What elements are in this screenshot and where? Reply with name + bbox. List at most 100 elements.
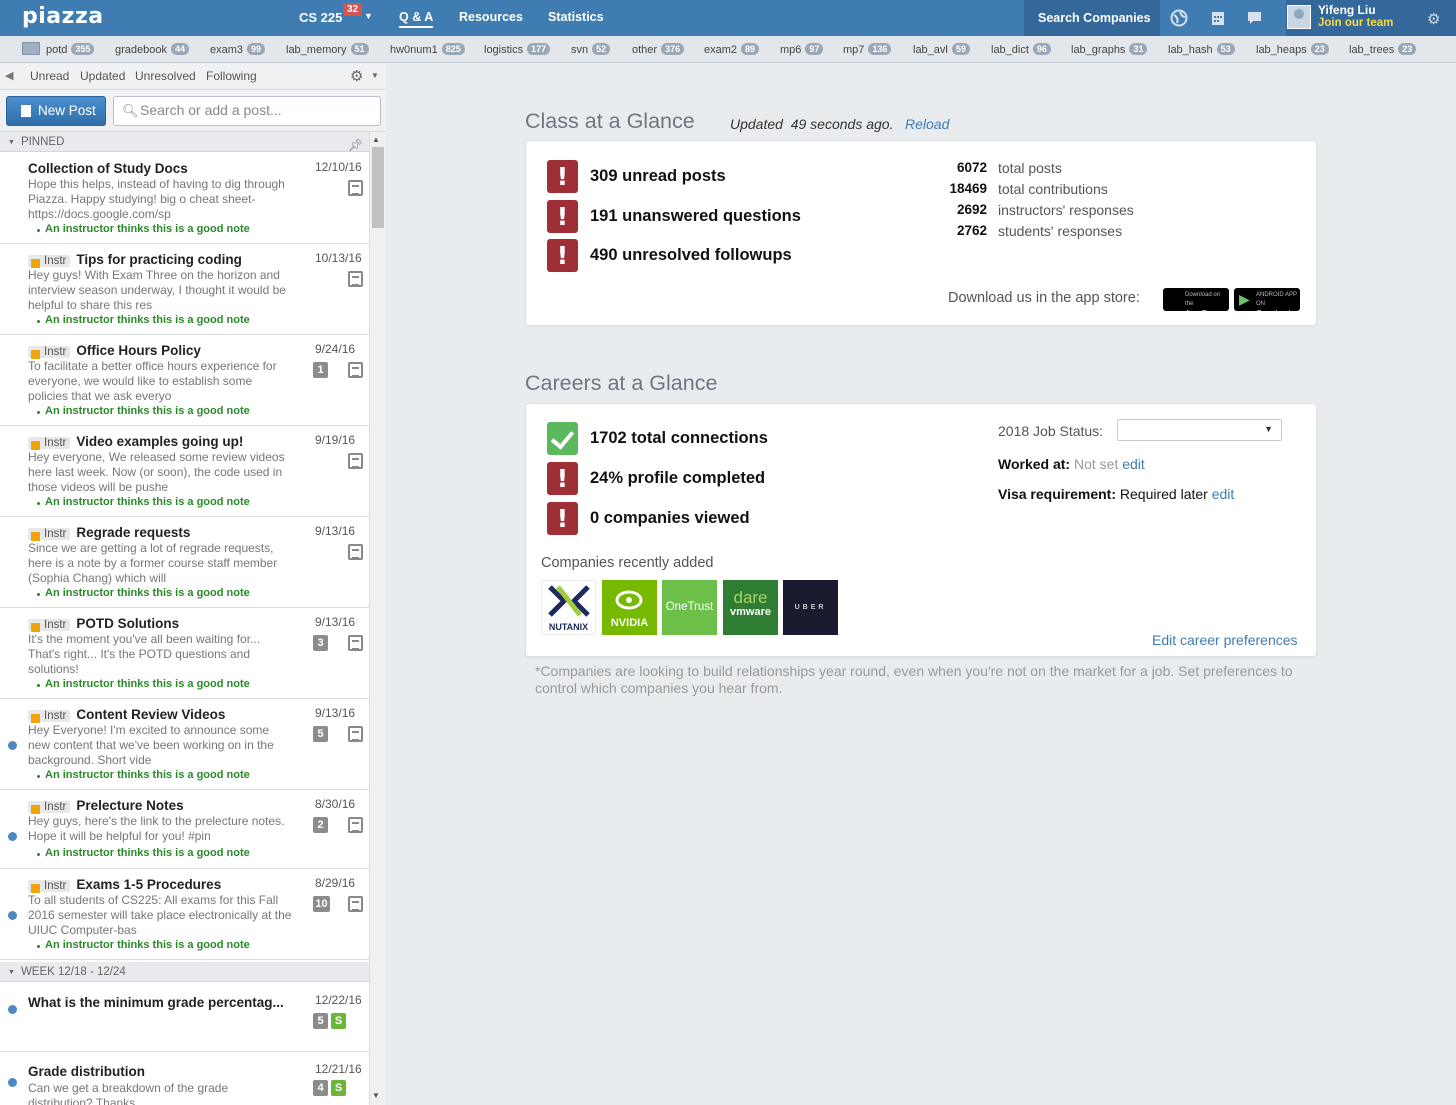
post-item[interactable]: Instr Content Review Videos 9/13/16 Hey Eve…: [0, 699, 369, 790]
note-icon: [348, 817, 363, 833]
good-note-label: An instructor thinks this is a good note: [37, 405, 250, 417]
edit-worked-at-link[interactable]: edit: [1122, 456, 1145, 472]
nav-qa[interactable]: Q & A: [399, 10, 434, 28]
post-excerpt: Hey guys! With Exam Three on the horizon…: [28, 268, 286, 312]
folder-count-badge: 51: [350, 43, 369, 55]
join-team-link[interactable]: Join our team: [1318, 17, 1393, 29]
folder-count-badge: 96: [1032, 43, 1051, 55]
filter-unresolved[interactable]: Unresolved: [135, 69, 196, 83]
google-play-button[interactable]: ▶ ANDROID APP ON Google play: [1234, 288, 1300, 318]
globe-icon[interactable]: [1170, 9, 1188, 27]
avatar[interactable]: [1287, 5, 1311, 29]
user-name[interactable]: Yifeng Liu: [1318, 3, 1376, 17]
post-item[interactable]: Instr POTD Solutions 9/13/16 It's the momen…: [0, 608, 369, 699]
visa-label: Visa requirement:: [998, 486, 1117, 502]
scroll-thumb[interactable]: [372, 147, 384, 228]
gear-icon[interactable]: ⚙: [350, 67, 363, 85]
post-item[interactable]: Grade distribution 12/21/16 Can we get a b…: [0, 1052, 369, 1105]
filter-following[interactable]: Following: [206, 69, 257, 83]
folder-tag[interactable]: lab_heaps 23: [1256, 43, 1329, 56]
gear-icon[interactable]: ⚙: [1427, 10, 1440, 28]
search-input[interactable]: [140, 102, 376, 118]
group-pinned[interactable]: ▼ PINNED 📌︎: [0, 132, 369, 152]
chevron-down-icon[interactable]: ▼: [371, 71, 379, 80]
post-item[interactable]: Instr Prelecture Notes 8/30/16 Hey guys, he…: [0, 790, 369, 869]
piazza-logo[interactable]: piazza: [22, 4, 104, 29]
folder-tag[interactable]: logistics 177: [484, 43, 551, 56]
filter-unread[interactable]: Unread: [30, 69, 69, 83]
updated-text: Updated 49 seconds ago.: [730, 116, 893, 132]
folder-tag[interactable]: potd 355: [46, 43, 95, 56]
unanswered-questions[interactable]: 191 unanswered questions: [590, 207, 801, 226]
folder-tag[interactable]: lab_hash 53: [1168, 43, 1235, 56]
scroll-down-arrow-icon[interactable]: ▼: [372, 1091, 380, 1100]
folder-tag[interactable]: other 376: [632, 43, 685, 56]
search-box[interactable]: 🔍︎: [113, 96, 381, 126]
filter-updated[interactable]: Updated: [80, 69, 125, 83]
folder-count-badge: 177: [527, 43, 551, 55]
folder-tag[interactable]: lab_graphs 31: [1071, 43, 1148, 56]
post-item[interactable]: Collection of Study Docs 12/10/16 Hope thi…: [0, 153, 369, 244]
chat-icon[interactable]: [1246, 9, 1264, 27]
unread-posts[interactable]: 309 unread posts: [590, 167, 726, 186]
reload-link[interactable]: Reload: [905, 116, 949, 132]
folder-tag[interactable]: mp6 97: [780, 43, 824, 56]
post-list: ▼ PINNED 📌︎ Collection of Study Docs 12/10…: [0, 132, 369, 1105]
post-item[interactable]: What is the minimum grade percentag... 12…: [0, 983, 369, 1052]
folder-count-badge: 825: [441, 43, 465, 55]
post-item[interactable]: Instr Regrade requests 9/13/16 Since we are…: [0, 517, 369, 608]
note-icon: [348, 362, 363, 378]
edit-career-preferences-link[interactable]: Edit career preferences: [1152, 632, 1298, 648]
folder-tag[interactable]: mp7 136: [843, 43, 892, 56]
folder-name: lab_graphs: [1071, 44, 1126, 56]
nav-resources[interactable]: Resources: [459, 10, 523, 24]
folder-count-badge: 31: [1129, 43, 1148, 55]
folder-tag[interactable]: lab_dict 96: [991, 43, 1051, 56]
folder-tag[interactable]: lab_avl 59: [913, 43, 970, 56]
post-title: Instr Content Review Videos: [28, 707, 225, 723]
post-title-text: POTD Solutions: [76, 616, 180, 631]
post-item[interactable]: Instr Video examples going up! 9/19/16 Hey …: [0, 426, 369, 517]
folder-tag[interactable]: lab_trees 23: [1349, 43, 1417, 56]
company-logo-uber[interactable]: UBER: [783, 580, 838, 635]
search-companies-button[interactable]: Search Companies: [1024, 0, 1160, 36]
post-excerpt: Hey everyone, We released some review vi…: [28, 450, 285, 494]
company-logo-nvidia[interactable]: NVIDIA: [602, 580, 657, 635]
document-icon: [21, 105, 31, 117]
note-icon: [348, 271, 363, 287]
group-week[interactable]: ▼ WEEK 12/18 - 12/24: [0, 962, 369, 982]
nav-statistics[interactable]: Statistics: [548, 10, 604, 24]
post-item[interactable]: Instr Exams 1-5 Procedures 8/29/16 To all s…: [0, 869, 369, 960]
post-date: 9/13/16: [315, 524, 356, 538]
chevron-down-icon[interactable]: ▼: [364, 11, 373, 21]
collapse-arrow-icon[interactable]: ◀: [5, 69, 13, 82]
folder-tag[interactable]: exam2 89: [704, 43, 760, 56]
company-logo-nutanix[interactable]: NUTANIX: [541, 580, 596, 635]
scroll-up-arrow-icon[interactable]: ▲: [372, 135, 380, 144]
calendar-icon[interactable]: [1209, 9, 1227, 27]
folder-tag[interactable]: gradebook 44: [115, 43, 190, 56]
post-title-text: Prelecture Notes: [76, 798, 184, 813]
post-item[interactable]: Instr Office Hours Policy 9/24/16 To facili…: [0, 335, 369, 426]
folder-tag[interactable]: exam3 99: [210, 43, 266, 56]
scrollbar[interactable]: [369, 132, 386, 1105]
edit-visa-link[interactable]: edit: [1212, 486, 1235, 502]
job-status-select[interactable]: ▼: [1117, 419, 1282, 441]
folder-icon[interactable]: [22, 42, 40, 55]
new-post-button[interactable]: New Post: [6, 96, 106, 126]
post-excerpt: To all students of CS225: All exams for …: [28, 893, 292, 937]
unresolved-followups[interactable]: 490 unresolved followups: [590, 246, 792, 265]
folder-tag[interactable]: svn 52: [571, 43, 611, 56]
company-logo-vmware[interactable]: dare vmware: [723, 580, 778, 635]
course-selector[interactable]: CS 225: [299, 10, 342, 25]
folder-name: logistics: [484, 44, 524, 56]
post-item[interactable]: Instr Tips for practicing coding 10/13/16 H…: [0, 244, 369, 335]
folder-tag[interactable]: hw0num1 825: [390, 43, 465, 56]
folder-tag[interactable]: lab_memory 51: [286, 43, 369, 56]
post-title-text: Collection of Study Docs: [28, 161, 188, 176]
post-title-text: Regrade requests: [76, 525, 191, 540]
company-logo-onetrust[interactable]: OneTrust: [662, 580, 717, 635]
class-glance-title: Class at a Glance: [525, 109, 695, 133]
app-store-button[interactable]: Download on the App Store: [1163, 288, 1229, 318]
post-date: 8/30/16: [315, 797, 356, 811]
